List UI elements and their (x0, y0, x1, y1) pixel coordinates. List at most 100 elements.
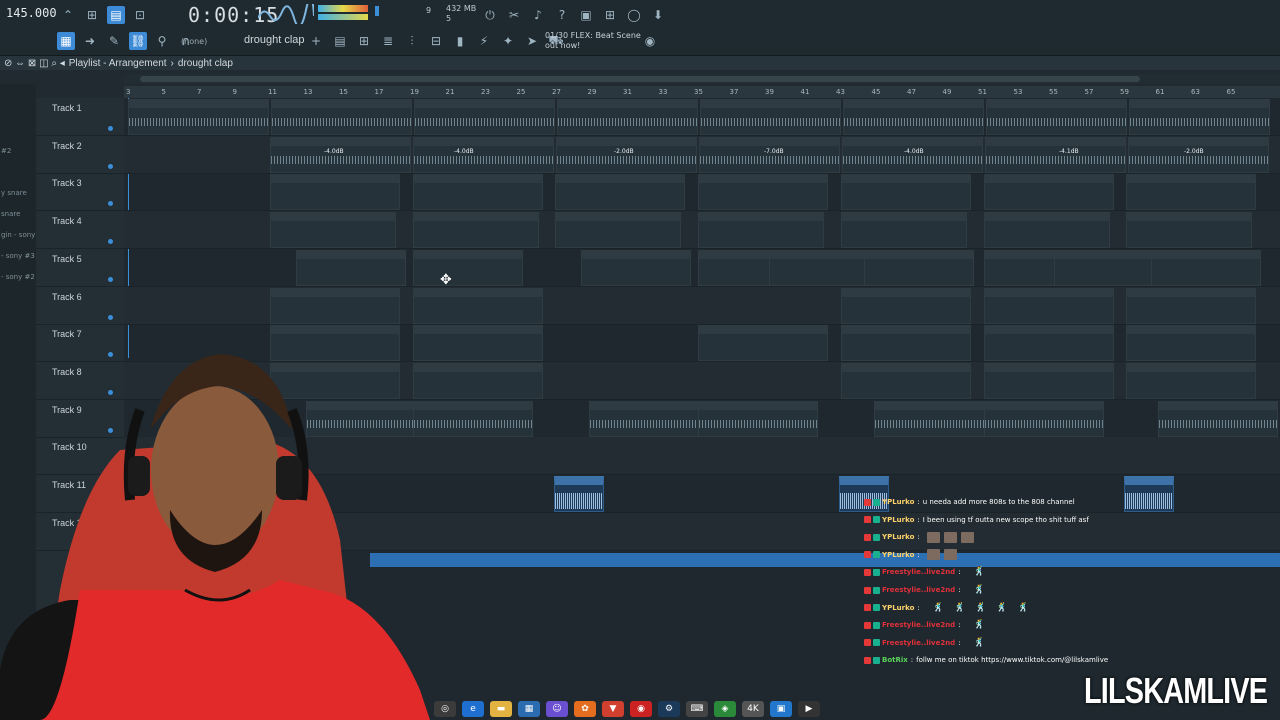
pattern-clip[interactable]: Chief Keef - Funny (Of...unna) [music vo… (414, 99, 555, 135)
fl-studio-icon[interactable]: ✿ (574, 701, 596, 717)
pattern-clip[interactable]: greed hihat (555, 212, 681, 249)
blend-notes-icon[interactable]: ⊡ (131, 6, 149, 24)
pattern-clip[interactable]: Chief Keef - Funny (Of...unna) [music vo… (842, 136, 983, 173)
pattern-clip[interactable]: greed hihat (984, 212, 1110, 249)
pattern-clip[interactable]: gre..#2 (413, 287, 543, 324)
brush-icon[interactable]: ✦ (499, 32, 517, 50)
browser-item[interactable]: - sony #2 (1, 273, 35, 281)
steam-client-icon[interactable]: ⚙ (658, 701, 680, 717)
pattern-clip[interactable]: drought clap (413, 249, 523, 286)
globe-icon[interactable]: ◉ (641, 32, 659, 50)
track-header[interactable]: Track 4 (36, 211, 124, 250)
pattern-clip[interactable]: gre..#2 (270, 287, 400, 324)
pattern-clip[interactable]: fye hihat (1126, 174, 1256, 211)
timeline-ruler[interactable]: 3 5 7 9 11 13 15 17 19 21 23 25 27 29 31 33 35 37 39 41 43 45… (124, 86, 1280, 98)
track-header[interactable]: Track 6 (36, 287, 124, 325)
pattern-clip[interactable]: diego money snare (1126, 325, 1256, 362)
pattern-clip[interactable]: greed hihat (841, 212, 967, 249)
track-header[interactable]: Track 2 (36, 136, 124, 174)
pattern-clip[interactable]: fucked up chant (1126, 362, 1256, 399)
pattern-clip[interactable]: 808 - babygin - sony #3 (589, 400, 709, 437)
pattern-clip[interactable]: fye hihat (555, 174, 685, 211)
pattern-clip[interactable]: fucked up chant (841, 362, 971, 399)
pattern-clip[interactable]: drought clap (1054, 249, 1164, 286)
pattern-clip[interactable]: 808 - babygin - sony #2 (698, 400, 818, 437)
pattern-clip[interactable]: fye hihat (270, 174, 400, 211)
microphone-icon[interactable]: ♪ (529, 6, 547, 24)
download-icon[interactable]: ⬇ (649, 6, 667, 24)
mixer-icon[interactable]: ⊞ (601, 6, 619, 24)
pattern-clip[interactable]: Chief Keef - Funny (Of...unna) [music vo… (1128, 136, 1269, 173)
plug-icon[interactable]: ⚡ (475, 32, 493, 50)
pattern-clip[interactable]: greed hihat (698, 212, 824, 249)
browser-item[interactable]: y snare (1, 189, 27, 197)
pattern-clip[interactable]: Chief Keef - Funny (Of...unna) [music vo… (557, 99, 698, 135)
pattern-clip[interactable]: 808 - babygin - sony #2 (984, 400, 1104, 437)
pattern-clip[interactable]: gre..#2 (1126, 287, 1256, 324)
horizontal-scrollbar[interactable] (124, 74, 1280, 84)
pattern-clip[interactable]: drought clap (769, 249, 879, 286)
save-icon[interactable]: ▣ (577, 6, 595, 24)
pattern-clip[interactable]: Chief Keef - Funny (Of...unna) [music vo… (700, 99, 841, 135)
pattern-clip[interactable]: drought clap (1151, 249, 1261, 286)
track-header[interactable]: Track 3 (36, 173, 124, 212)
browser-window-icon[interactable]: ⊟ (427, 32, 445, 50)
tools-icon[interactable]: ✂ (505, 6, 523, 24)
pattern-clip[interactable]: diego money snare (413, 325, 543, 362)
pattern-clip[interactable]: drought clap (581, 249, 691, 286)
tempo-display[interactable]: 145.000 (6, 6, 57, 20)
track-header[interactable]: Track 5 (36, 249, 124, 287)
browser-item[interactable]: gin - sony (1, 231, 35, 239)
pattern-clip[interactable]: fucked up chant (984, 362, 1114, 399)
4k-icon[interactable]: 4K (742, 701, 764, 717)
pattern-clip[interactable]: greed hihat (413, 212, 539, 249)
pattern-clip[interactable]: fye hihat (413, 174, 543, 211)
mixer-window-icon[interactable]: ⫶ (403, 32, 421, 50)
master-pitch-knob[interactable] (375, 6, 379, 16)
folder-icon[interactable]: ▬ (490, 701, 512, 717)
playlist-mode-icon[interactable]: ▦ (57, 32, 75, 50)
chat-icon[interactable]: ◯ (625, 6, 643, 24)
news-panel[interactable]: 01/30 FLEX: Beat Scene out now! (545, 31, 641, 51)
pattern-clip[interactable]: fucked up chant (413, 362, 543, 399)
chrome-icon[interactable]: ◉ (630, 701, 652, 717)
track-enable-icon[interactable] (108, 163, 113, 169)
panic-icon[interactable]: ⏻ (481, 6, 499, 24)
track-enable-icon[interactable] (108, 201, 113, 207)
pattern-clip[interactable]: Chief Keef - Funny (Of...unna) [music vo… (699, 136, 840, 173)
piano-roll-icon[interactable]: ≣ (379, 32, 397, 50)
pattern-clip[interactable]: diego money snare (984, 325, 1114, 362)
track-enable-icon[interactable] (108, 314, 113, 320)
media-player-icon[interactable]: ▶ (798, 701, 820, 717)
scroll-thumb[interactable] (140, 76, 1140, 82)
pattern-clip[interactable]: greed hihat (1126, 212, 1252, 249)
pattern-clip[interactable]: 808 - babygin - sony #3 (1158, 400, 1278, 437)
export-icon[interactable]: ➤ (523, 32, 541, 50)
pattern-clip[interactable]: gre..#2 (841, 287, 971, 324)
pattern-clip[interactable]: Chief Keef - Funny (Of...unna) [music vo… (271, 99, 412, 135)
pattern-clip[interactable]: 808 - babygin - sony #2 (413, 400, 533, 437)
pattern-clip[interactable]: Stoop...ey FX (554, 476, 604, 512)
track-enable-icon[interactable] (108, 239, 113, 245)
record-mode-icon[interactable]: ⌃ (59, 6, 77, 24)
brave-icon[interactable]: ▼ (602, 701, 624, 717)
browser-item[interactable]: - sony #3 (1, 252, 35, 260)
track-header[interactable]: Track 1 (36, 98, 124, 136)
track-enable-icon[interactable] (108, 126, 113, 131)
browser-item[interactable]: #2 (1, 147, 11, 155)
pattern-clip[interactable]: drought clap (864, 249, 974, 286)
pattern-clip[interactable]: diego money snare (841, 325, 971, 362)
step-edit-icon[interactable]: ▤ (107, 6, 125, 24)
pattern-clip[interactable]: Chief Keef - Funny (Of...unna) [music vo… (985, 136, 1126, 173)
help-icon[interactable]: ? (553, 6, 571, 24)
pattern-clip[interactable]: Chief Keef - Funny (Of...unna) [music vo… (128, 99, 269, 135)
browser-item[interactable]: snare (1, 210, 20, 218)
keyboard-icon[interactable]: ⌨ (686, 701, 708, 717)
maps-icon[interactable]: ◈ (714, 701, 736, 717)
playlist-window-icon[interactable]: ▤ (331, 32, 349, 50)
playlist-tools-icon[interactable]: ⊘ ⇔ ⊠ ◫ ⌕ ◂ (4, 58, 65, 69)
loop-record-icon[interactable]: ⊞ (83, 6, 101, 24)
pattern-clip[interactable]: Chief Keef - Funny (Of...unna) [music vo… (270, 136, 411, 173)
pattern-clip[interactable]: drought clap (296, 249, 406, 286)
pattern-clip[interactable]: greed hihat (270, 212, 396, 249)
